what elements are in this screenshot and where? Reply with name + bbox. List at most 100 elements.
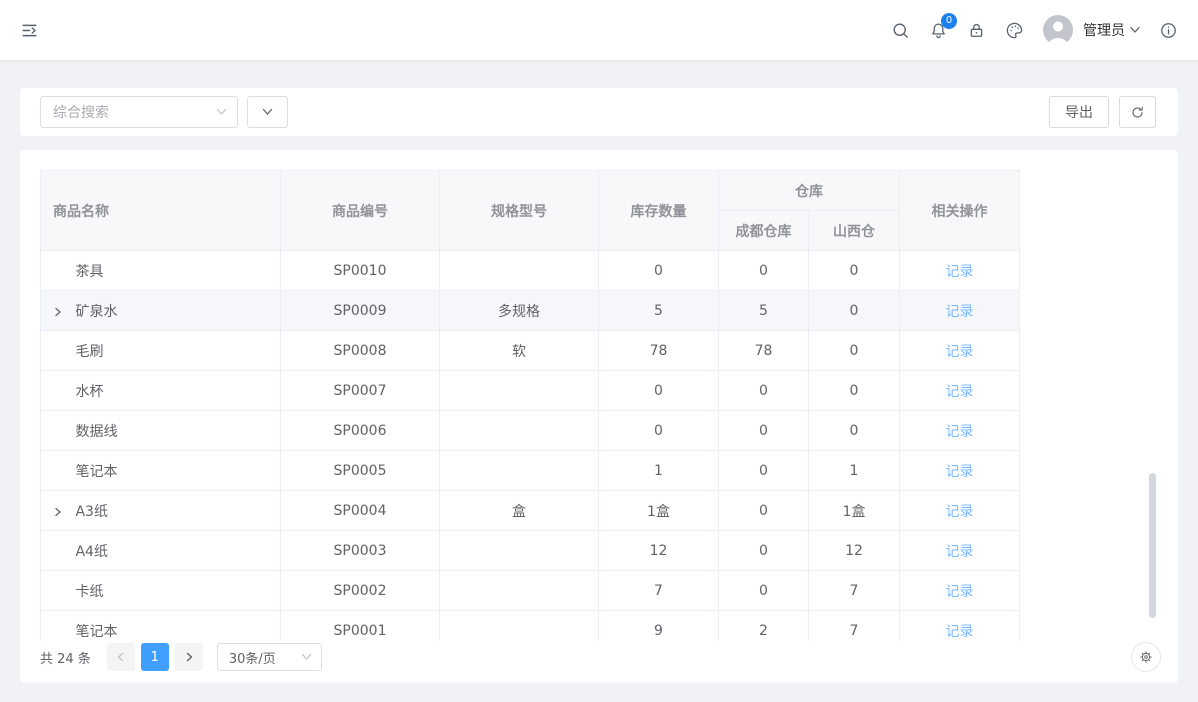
lock-icon[interactable] [967, 21, 986, 40]
stock-qty-cell: 5 [599, 291, 719, 331]
top-navbar: 0 管理员 [0, 0, 1198, 60]
product-spec-cell [440, 371, 599, 411]
warehouse1-qty-cell: 0 [719, 571, 809, 611]
expand-arrow-icon[interactable] [53, 307, 71, 317]
table-row[interactable]: 茶具 SP0010 0 0 0 记录 [41, 251, 1020, 291]
actions-cell: 记录 [900, 491, 1020, 531]
page-1-button[interactable]: 1 [141, 643, 169, 671]
table-viewport: 商品名称 商品编号 规格型号 库存数量 仓库 相关操作 成都仓库 山西仓 [40, 170, 1158, 641]
product-name: 毛刷 [75, 344, 103, 360]
product-name: 笔记本 [75, 624, 117, 640]
gear-icon [1139, 650, 1153, 664]
column-header-spec: 规格型号 [440, 171, 599, 251]
product-code-cell: SP0001 [281, 611, 440, 642]
table-row[interactable]: A4纸 SP0003 12 0 12 记录 [41, 531, 1020, 571]
product-spec-cell [440, 611, 599, 642]
search-type-select[interactable]: 综合搜索 [40, 96, 238, 128]
column-header-name: 商品名称 [41, 171, 281, 251]
info-icon[interactable] [1159, 21, 1178, 40]
warehouse2-qty-cell: 1盒 [809, 491, 900, 531]
warehouse1-qty-cell: 5 [719, 291, 809, 331]
search-toolbar: 综合搜索 导出 [20, 88, 1178, 136]
product-name-cell: 矿泉水 [41, 291, 281, 331]
actions-cell: 记录 [900, 411, 1020, 451]
table-row[interactable]: 卡纸 SP0002 7 0 7 记录 [41, 571, 1020, 611]
product-code-cell: SP0009 [281, 291, 440, 331]
palette-icon[interactable] [1005, 21, 1024, 40]
product-spec-cell [440, 411, 599, 451]
record-link[interactable]: 记录 [946, 544, 974, 560]
chevron-down-icon [216, 108, 227, 116]
product-name-cell: 毛刷 [41, 331, 281, 371]
user-name-label: 管理员 [1083, 20, 1125, 40]
warehouse2-qty-cell: 1 [809, 451, 900, 491]
next-page-button[interactable] [175, 643, 203, 671]
warehouse2-qty-cell: 7 [809, 571, 900, 611]
table-row[interactable]: 笔记本 SP0005 1 0 1 记录 [41, 451, 1020, 491]
expand-arrow-icon[interactable] [53, 507, 71, 517]
warehouse1-qty-cell: 0 [719, 411, 809, 451]
table-row[interactable]: 数据线 SP0006 0 0 0 记录 [41, 411, 1020, 451]
user-avatar-icon[interactable] [1043, 15, 1073, 45]
notification-bell-icon[interactable]: 0 [929, 21, 948, 40]
record-link[interactable]: 记录 [946, 504, 974, 520]
menu-fold-icon[interactable] [20, 21, 39, 40]
prev-page-button[interactable] [107, 643, 135, 671]
record-link[interactable]: 记录 [946, 344, 974, 360]
actions-cell: 记录 [900, 291, 1020, 331]
column-header-stock: 库存数量 [599, 171, 719, 251]
search-icon[interactable] [891, 21, 910, 40]
stock-qty-cell: 7 [599, 571, 719, 611]
product-spec-cell [440, 531, 599, 571]
table-row[interactable]: 水杯 SP0007 0 0 0 记录 [41, 371, 1020, 411]
page-size-select[interactable]: 30条/页 [217, 643, 322, 671]
pagination-bar: 共 24 条 1 30条/页 [40, 642, 1158, 672]
user-dropdown[interactable]: 管理员 [1083, 20, 1140, 40]
product-name: 茶具 [75, 264, 103, 280]
warehouse1-qty-cell: 0 [719, 371, 809, 411]
stock-qty-cell: 0 [599, 251, 719, 291]
warehouse2-qty-cell: 0 [809, 371, 900, 411]
record-link[interactable]: 记录 [946, 304, 974, 320]
actions-cell: 记录 [900, 451, 1020, 491]
stock-qty-cell: 12 [599, 531, 719, 571]
table-settings-button[interactable] [1131, 642, 1161, 672]
column-header-actions: 相关操作 [900, 171, 1020, 251]
table-row[interactable]: A3纸 SP0004 盒 1盒 0 1盒 记录 [41, 491, 1020, 531]
refresh-button[interactable] [1119, 96, 1156, 128]
stock-qty-cell: 1 [599, 451, 719, 491]
warehouse2-qty-cell: 0 [809, 411, 900, 451]
product-name: A4纸 [75, 544, 107, 560]
product-spec-cell: 盒 [440, 491, 599, 531]
vertical-scrollbar-thumb[interactable] [1149, 473, 1156, 618]
record-link[interactable]: 记录 [946, 424, 974, 440]
product-code-cell: SP0005 [281, 451, 440, 491]
record-link[interactable]: 记录 [946, 384, 974, 400]
column-header-warehouse-2: 山西仓 [809, 211, 900, 251]
table-row[interactable]: 毛刷 SP0008 软 78 78 0 记录 [41, 331, 1020, 371]
warehouse2-qty-cell: 12 [809, 531, 900, 571]
stock-qty-cell: 78 [599, 331, 719, 371]
product-name-cell: 笔记本 [41, 451, 281, 491]
product-code-cell: SP0002 [281, 571, 440, 611]
total-count-label: 共 24 条 [40, 648, 91, 667]
record-link[interactable]: 记录 [946, 464, 974, 480]
product-spec-cell [440, 571, 599, 611]
product-code-cell: SP0004 [281, 491, 440, 531]
table-row[interactable]: 矿泉水 SP0009 多规格 5 5 0 记录 [41, 291, 1020, 331]
page-size-label: 30条/页 [229, 648, 276, 667]
navbar-right: 0 管理员 [891, 15, 1178, 45]
navbar-left [20, 21, 39, 40]
table-row[interactable]: 笔记本 SP0001 9 2 7 记录 [41, 611, 1020, 642]
product-code-cell: SP0008 [281, 331, 440, 371]
chevron-down-icon [262, 108, 273, 116]
product-name-cell: A3纸 [41, 491, 281, 531]
record-link[interactable]: 记录 [946, 584, 974, 600]
warehouse1-qty-cell: 0 [719, 491, 809, 531]
expand-search-button[interactable] [247, 96, 288, 128]
actions-cell: 记录 [900, 371, 1020, 411]
record-link[interactable]: 记录 [946, 264, 974, 280]
notification-badge: 0 [941, 13, 957, 29]
record-link[interactable]: 记录 [946, 624, 974, 640]
export-button[interactable]: 导出 [1049, 96, 1109, 128]
